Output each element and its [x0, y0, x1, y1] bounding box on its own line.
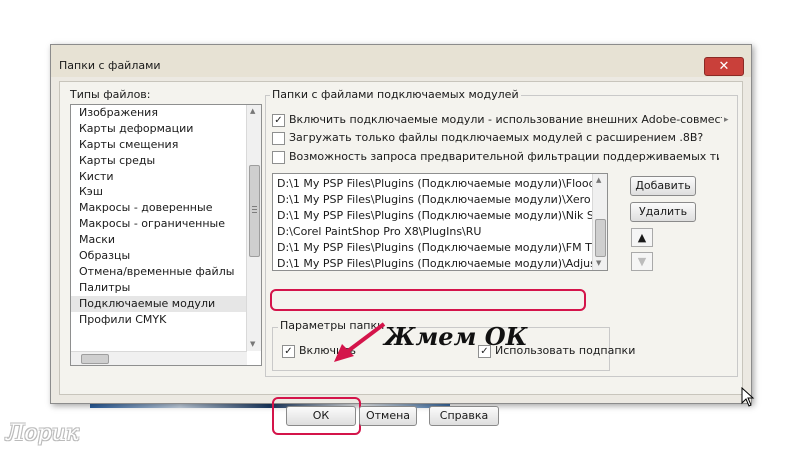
file-type-item[interactable]: Отмена/временные файлы [71, 264, 261, 280]
annotation-arrow-icon [334, 322, 386, 362]
file-type-item[interactable]: Кисти [71, 169, 261, 185]
file-type-item[interactable]: Подключаемые модули [71, 295, 261, 312]
file-types-label: Типы файлов: [70, 88, 151, 101]
checkmark-icon: ✓ [284, 346, 293, 357]
arrow-down-icon: ▼ [637, 255, 647, 268]
file-type-item[interactable]: Палитры [71, 280, 261, 296]
title-bar: Папки с файлами ✕ [51, 45, 751, 77]
file-types-hscrollbar[interactable] [71, 351, 247, 365]
plugin-path-item[interactable]: D:\1 My PSP Files\Plugins (Подключаемые … [277, 192, 607, 208]
plugin-paths-list[interactable]: D:\1 My PSP Files\Plugins (Подключаемые … [272, 173, 608, 271]
option-3-label: Возможность запроса предварительной филь… [289, 150, 719, 163]
file-type-item[interactable]: Макросы - ограниченные [71, 216, 261, 232]
plugin-path-item[interactable]: D:\Corel PaintShop Pro X8\PlugIns\RU [277, 224, 481, 240]
paths-scroll-up-icon[interactable]: ▲ [596, 176, 601, 184]
file-type-item[interactable]: Профили CMYK [71, 312, 261, 328]
file-types-vscrollbar[interactable]: ▲ ▼ [246, 105, 261, 351]
add-button[interactable]: Добавить [630, 176, 696, 196]
option-2-checkbox[interactable] [272, 132, 285, 145]
mouse-cursor-icon [741, 387, 755, 407]
remove-button[interactable]: Удалить [630, 202, 696, 222]
scroll-up-icon[interactable]: ▲ [250, 107, 255, 115]
file-type-item[interactable]: Макросы - доверенные [71, 200, 261, 216]
move-up-button[interactable]: ▲ [631, 228, 653, 247]
highlight-ok-button [272, 397, 361, 435]
plugins-group-label: Папки с файлами подключаемых модулей [270, 88, 521, 101]
paths-scroll-down-icon[interactable]: ▼ [596, 259, 601, 267]
move-down-button[interactable]: ▼ [631, 252, 653, 271]
option-2-label: Загружать только файлы подключаемых моду… [289, 131, 704, 144]
paths-vscroll-thumb[interactable] [595, 219, 606, 257]
file-type-item[interactable]: Образцы [71, 248, 261, 264]
plugin-path-item[interactable]: D:\1 My PSP Files\Plugins (Подключаемые … [277, 208, 607, 224]
file-types-hscroll-thumb[interactable] [81, 354, 109, 364]
enable-checkbox[interactable]: ✓ [282, 345, 295, 358]
plugin-path-item[interactable]: D:\1 My PSP Files\Plugins (Подключаемые … [277, 240, 607, 256]
cancel-button[interactable]: Отмена [359, 406, 417, 426]
chevron-right-icon: ▸ [724, 115, 729, 125]
file-type-item[interactable]: Карты среды [71, 153, 261, 169]
close-button[interactable]: ✕ [704, 57, 744, 76]
option-3-checkbox[interactable] [272, 151, 285, 164]
option-1-checkbox[interactable]: ✓ [272, 114, 285, 127]
highlight-adjust-path [270, 289, 586, 311]
file-type-item[interactable]: Маски [71, 232, 261, 248]
file-types-list[interactable]: Изображения Карты деформации Карты смещени… [70, 104, 262, 366]
file-type-item[interactable]: Кэш [71, 184, 261, 200]
annotation-text: Жмем ОК [384, 322, 528, 351]
option-1-label: Включить подключаемые модули - использов… [289, 113, 722, 126]
help-button[interactable]: Справка [429, 406, 499, 426]
plugin-path-item[interactable]: D:\1 My PSP Files\Plugins (Подключаемые … [277, 256, 600, 270]
paths-vscrollbar[interactable]: ▲ ▼ [592, 174, 607, 270]
file-type-item[interactable]: Карты смещения [71, 137, 261, 153]
file-types-vscroll-thumb[interactable] [249, 165, 260, 257]
watermark-text: Лорик [6, 421, 79, 446]
file-type-item[interactable]: Изображения [71, 105, 261, 121]
dialog-title: Папки с файлами [59, 59, 161, 72]
file-type-item[interactable]: Карты деформации [71, 121, 261, 137]
scroll-down-icon[interactable]: ▼ [250, 340, 255, 348]
arrow-up-icon: ▲ [637, 231, 647, 244]
close-icon: ✕ [718, 59, 730, 74]
checkmark-icon: ✓ [274, 115, 283, 126]
plugin-path-item[interactable]: D:\1 My PSP Files\Plugins (Подключаемые … [277, 176, 596, 192]
